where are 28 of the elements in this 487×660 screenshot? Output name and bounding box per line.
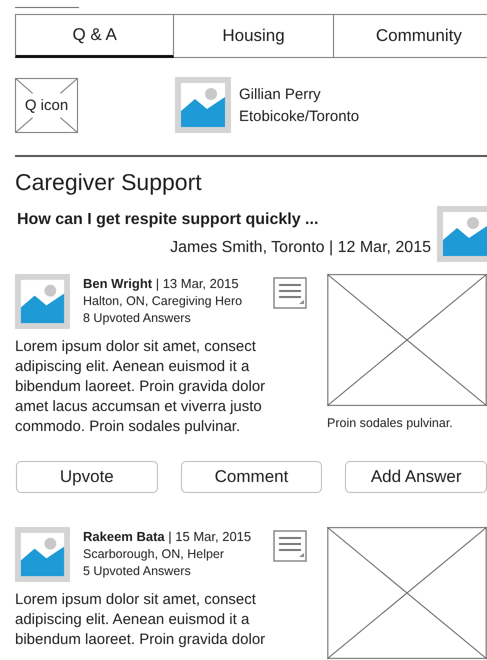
action-button[interactable]: Comment xyxy=(180,461,322,493)
answer-author: Rakeem Bata | 15 Mar, 2015 xyxy=(83,529,252,544)
image-placeholder-icon xyxy=(15,274,70,329)
image-placeholder-icon xyxy=(15,527,70,582)
section-title: Caregiver Support xyxy=(15,169,203,196)
question-byline: James Smith, Toronto | 12 Mar, 2015 xyxy=(170,239,431,257)
placeholder-icon xyxy=(15,78,78,132)
answer-text: Lorem ipsum dolor sit amet, consect adipiscing elit. Aenean euismod it a bibendum laoreet. Proin gravida dolor xyxy=(15,590,266,650)
image-placeholder-icon xyxy=(437,206,487,262)
answer-author: Ben Wright | 13 Mar, 2015 xyxy=(83,276,240,291)
answer-text: Lorem ipsum dolor sit amet, consect adipiscing elit. Aenean euismod it a bibendum laoreet. Proin gravida dolor amet lacus accumsan et viverra justo commodo. Proin sodales pulvinar. xyxy=(15,337,266,437)
user-location: Etobicoke/Toronto xyxy=(239,108,360,124)
note-icon[interactable] xyxy=(273,530,307,562)
tab[interactable]: Community xyxy=(334,14,487,58)
tab[interactable]: Housing xyxy=(174,14,334,58)
author-details: Halton, ON, Caregiving Hero xyxy=(83,294,244,308)
user-name: Gillian Perry xyxy=(239,86,322,102)
action-button[interactable]: Add Answer xyxy=(345,461,487,493)
upvote-count: 5 Upvoted Answers xyxy=(83,564,192,578)
icon-label: Q icon xyxy=(24,96,68,114)
action-button[interactable]: Upvote xyxy=(16,461,158,493)
note-icon[interactable] xyxy=(273,277,307,309)
image-caption: Proin sodales pulvinar. xyxy=(327,416,454,430)
tab[interactable]: Q & A xyxy=(15,14,174,58)
question-title[interactable]: How can I get respite support quickly ... xyxy=(17,211,437,229)
upvote-count: 8 Upvoted Answers xyxy=(83,311,192,325)
image-placeholder-icon xyxy=(175,77,231,133)
author-details: Scarborough, ON, Helper xyxy=(83,547,226,561)
